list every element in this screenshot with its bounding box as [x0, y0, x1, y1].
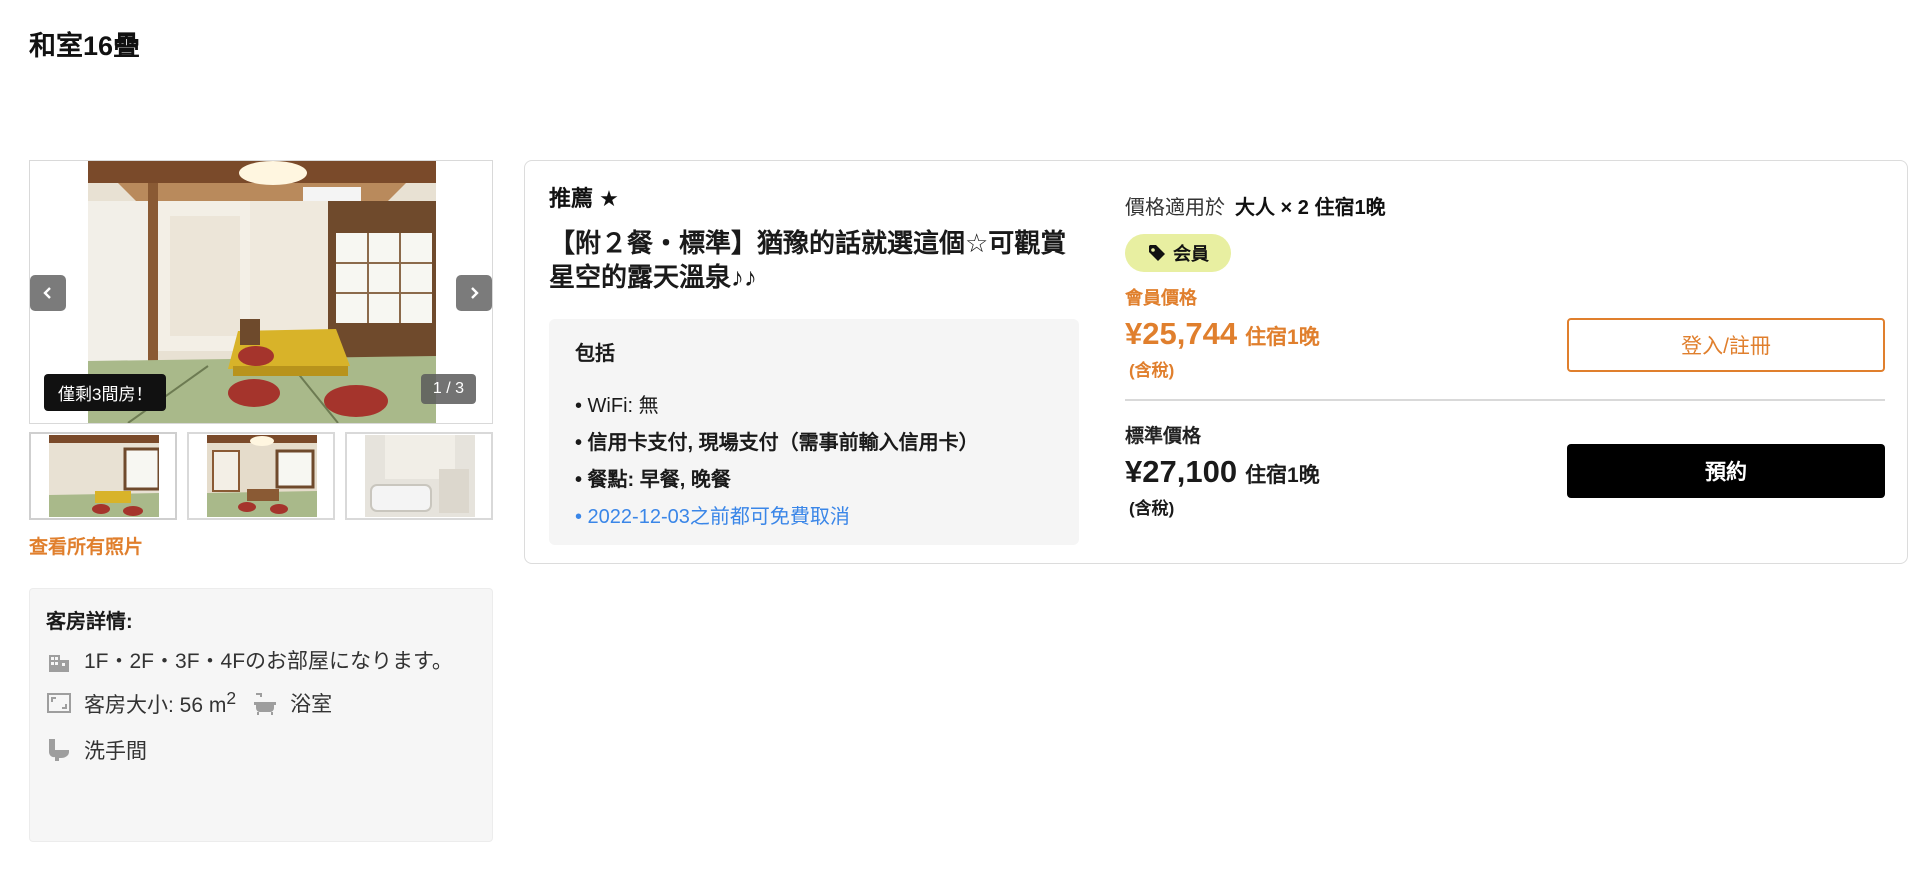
room-floors-text: 1F・2F・3F・4Fのお部屋になります。: [84, 650, 453, 673]
view-all-photos-link[interactable]: 查看所有照片: [29, 532, 143, 559]
room-details: 客房詳情: 1F・2F・3F・4Fのお部屋になります。 客房大小: 56 m2 …: [29, 588, 493, 842]
member-per-night: 住宿1晚: [1245, 326, 1320, 349]
photo-gallery: 僅剩3間房！ 1 / 3 查看所有照片: [29, 160, 493, 559]
chevron-left-icon: [43, 287, 51, 299]
chevron-right-icon: [471, 287, 479, 299]
login-register-button[interactable]: 登入/註冊: [1567, 318, 1885, 372]
photo-next-button[interactable]: [456, 275, 492, 311]
include-wifi: • WiFi: 無: [575, 394, 659, 417]
member-price-label: 會員價格: [1125, 288, 1197, 308]
photo-prev-button[interactable]: [30, 275, 66, 311]
bath-text: 浴室: [290, 693, 333, 716]
price-applies: 價格適用於 大人 × 2 住宿1晚: [1125, 191, 1885, 220]
include-payment: • 信用卡支付, 現場支付（需事前輸入信用卡）: [575, 431, 979, 454]
tag-icon: [1149, 245, 1165, 261]
thumbnail-2[interactable]: [187, 432, 335, 520]
room-title: 和室16疊: [29, 31, 141, 61]
room-floors: 1F・2F・3F・4Fのお部屋になります。: [46, 646, 476, 678]
main-photo[interactable]: 僅剩3間房！ 1 / 3: [29, 160, 493, 424]
plan-card: 推薦 ★ 【附２餐・標準】猶豫的話就選這個☆可觀賞星空的露天溫泉♪♪ 包括 • …: [524, 160, 1908, 564]
plan-info: 推薦 ★ 【附２餐・標準】猶豫的話就選這個☆可觀賞星空的露天溫泉♪♪ 包括 • …: [549, 181, 1079, 545]
room-details-title: 客房詳情:: [46, 611, 133, 633]
applies-label: 價格適用於: [1125, 197, 1225, 219]
includes-box: 包括 • WiFi: 無 • 信用卡支付, 現場支付（需事前輸入信用卡） • 餐…: [549, 318, 1079, 545]
room-size-bath: 客房大小: 56 m2 浴室: [46, 688, 476, 719]
book-button[interactable]: 預約: [1567, 444, 1885, 498]
standard-price: ¥27,100: [1125, 454, 1238, 489]
toilet-icon: [48, 738, 69, 761]
member-price: ¥25,744: [1125, 316, 1238, 351]
plan-name: 【附２餐・標準】猶豫的話就選這個☆可觀賞星空的露天溫泉♪♪: [549, 228, 1067, 292]
bathtub-icon: [254, 693, 277, 715]
toilet-text: 洗手間: [84, 739, 147, 763]
include-free-cancel[interactable]: • 2022-12-03之前都可免費取消: [575, 499, 1053, 536]
price-divider: [1125, 399, 1885, 401]
building-icon: [49, 655, 69, 672]
thumbnail-3[interactable]: [345, 432, 493, 520]
member-badge: 会員: [1125, 234, 1231, 272]
room-size-icon: [47, 693, 71, 713]
include-meals: • 餐點: 早餐, 晚餐: [575, 468, 731, 491]
thumbnail-1[interactable]: [29, 432, 177, 520]
standard-per-night: 住宿1晚: [1245, 464, 1320, 487]
recommend-label: 推薦 ★: [549, 186, 619, 211]
rooms-left-badge: 僅剩3間房！: [44, 374, 167, 411]
applies-value: 大人 × 2 住宿1晚: [1235, 197, 1386, 219]
includes-title: 包括: [575, 342, 615, 365]
room-size-text: 客房大小: 56 m2: [84, 687, 237, 717]
photo-counter: 1 / 3: [420, 374, 476, 404]
thumbnail-strip: [29, 432, 493, 520]
room-toilet: 洗手間: [46, 735, 476, 765]
